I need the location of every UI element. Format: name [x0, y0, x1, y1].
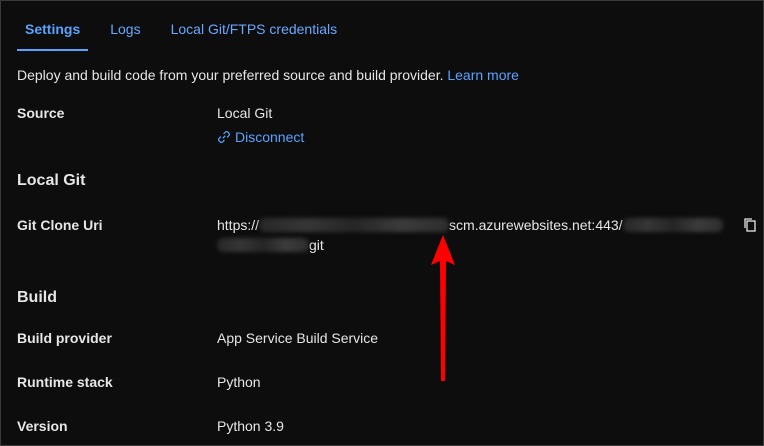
build-heading: Build — [17, 289, 57, 306]
build-provider-value: App Service Build Service — [217, 330, 379, 346]
git-clone-uri-line-2: git — [217, 237, 324, 253]
tab-local-git-ftps-credentials[interactable]: Local Git/FTPS credentials — [163, 1, 346, 51]
runtime-stack-label: Runtime stack — [17, 374, 113, 390]
uri-prefix: https:// — [217, 217, 260, 233]
local-git-heading: Local Git — [17, 172, 86, 189]
intro-text: Deploy and build code from your preferre… — [17, 67, 519, 83]
git-clone-uri-line-1: https:// scm.azurewebsites.net:443/ — [217, 217, 723, 233]
intro-description: Deploy and build code from your preferre… — [17, 67, 448, 83]
version-label: Version — [17, 418, 68, 434]
disconnect-label: Disconnect — [235, 129, 305, 145]
tab-settings[interactable]: Settings — [17, 1, 89, 51]
copy-icon[interactable] — [742, 217, 758, 233]
version-value: Python 3.9 — [217, 418, 284, 434]
source-value: Local Git — [217, 105, 273, 121]
tab-bar: Settings Logs Local Git/FTPS credentials — [17, 1, 359, 51]
redacted-path — [622, 218, 723, 232]
redacted-app-name — [259, 218, 450, 232]
git-clone-uri-label: Git Clone Uri — [17, 217, 103, 233]
redacted-path-continued — [217, 238, 309, 252]
build-provider-label: Build provider — [17, 330, 112, 346]
disconnect-button[interactable]: Disconnect — [217, 129, 304, 145]
uri-host: scm.azurewebsites.net:443/ — [449, 217, 623, 233]
annotation-arrow — [431, 235, 455, 381]
learn-more-link[interactable]: Learn more — [447, 67, 519, 83]
uri-suffix: git — [309, 237, 324, 253]
tab-logs[interactable]: Logs — [102, 1, 148, 51]
unlink-icon — [217, 130, 231, 144]
runtime-stack-value: Python — [217, 374, 261, 390]
source-label: Source — [17, 105, 65, 121]
